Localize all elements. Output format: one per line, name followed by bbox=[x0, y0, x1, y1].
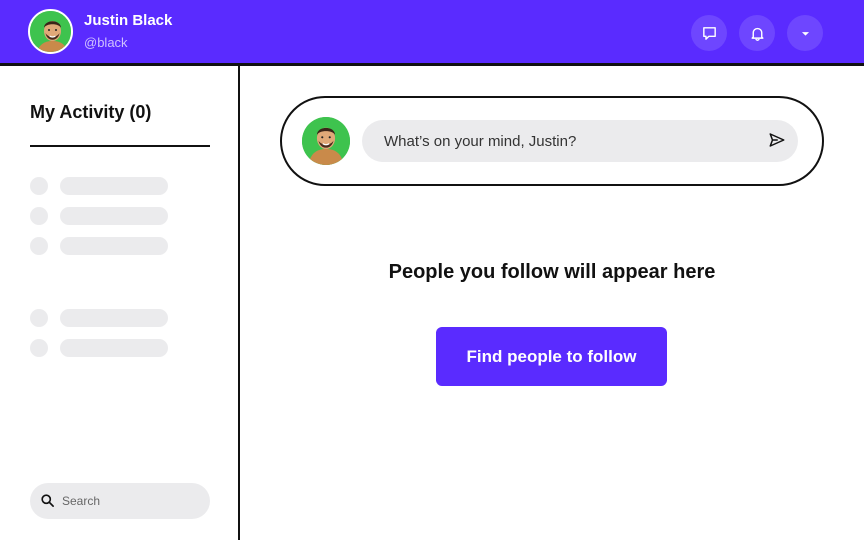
activity-title: My Activity (0) bbox=[30, 102, 152, 122]
avatar bbox=[302, 117, 350, 165]
empty-state-message: People you follow will appear here bbox=[388, 261, 716, 283]
user-avatar-icon bbox=[302, 117, 350, 165]
skeleton-dot bbox=[30, 309, 48, 327]
send-icon[interactable] bbox=[768, 131, 786, 149]
chat-icon bbox=[702, 26, 716, 40]
user-name: Justin Black bbox=[84, 12, 173, 29]
find-people-button[interactable]: Find people to follow bbox=[436, 327, 667, 386]
skeleton-bar bbox=[60, 207, 168, 225]
chevron-down-icon bbox=[801, 31, 809, 36]
search-box[interactable] bbox=[30, 483, 210, 519]
skeleton-bar bbox=[60, 177, 168, 195]
skeleton-dot bbox=[30, 339, 48, 357]
skeleton-item bbox=[30, 339, 170, 357]
post-input[interactable]: What’s on your mind, Justin? bbox=[362, 120, 798, 162]
skeleton-item bbox=[30, 237, 170, 255]
skeleton-dot bbox=[30, 237, 48, 255]
search-input[interactable] bbox=[62, 483, 202, 519]
divider bbox=[30, 145, 210, 147]
skeleton-item bbox=[30, 177, 170, 195]
skeleton-item bbox=[30, 309, 170, 327]
skeleton-bar bbox=[60, 309, 168, 327]
user-handle: @black bbox=[84, 35, 128, 50]
user-avatar-icon bbox=[30, 11, 71, 52]
skeleton-item bbox=[30, 207, 170, 225]
bell-icon bbox=[750, 27, 764, 41]
sidebar: My Activity (0) bbox=[0, 66, 240, 540]
post-placeholder: What’s on your mind, Justin? bbox=[384, 133, 577, 150]
skeleton-dot bbox=[30, 177, 48, 195]
post-composer: What’s on your mind, Justin? bbox=[280, 96, 824, 186]
account-menu-button[interactable] bbox=[787, 15, 823, 51]
top-bar: Justin Black @black bbox=[0, 0, 864, 66]
search-icon bbox=[41, 494, 54, 507]
skeleton-bar bbox=[60, 237, 168, 255]
messages-button[interactable] bbox=[691, 15, 727, 51]
skeleton-dot bbox=[30, 207, 48, 225]
notifications-button[interactable] bbox=[739, 15, 775, 51]
skeleton-bar bbox=[60, 339, 168, 357]
avatar[interactable] bbox=[28, 9, 73, 54]
